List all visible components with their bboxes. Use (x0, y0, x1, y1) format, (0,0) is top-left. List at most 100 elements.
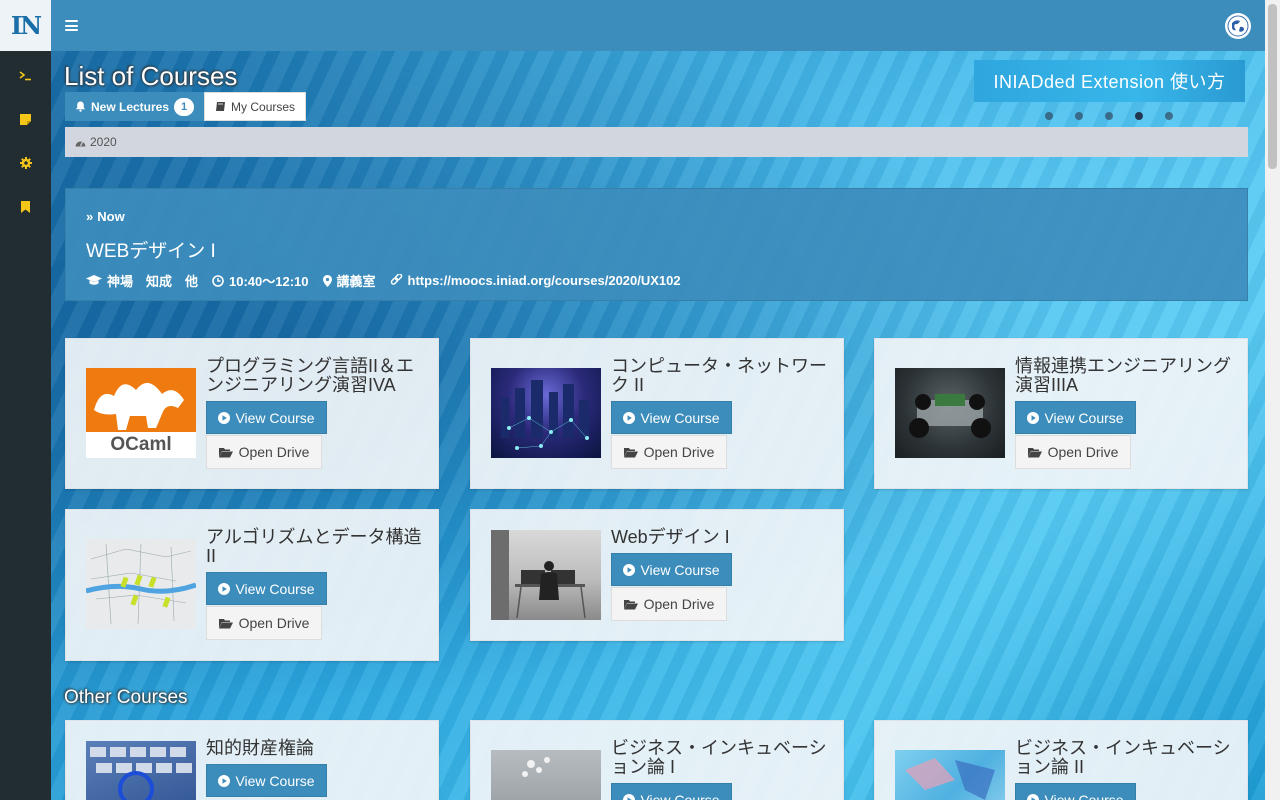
gear-icon[interactable] (0, 141, 51, 185)
abstract-image (905, 758, 995, 800)
button-label: Open Drive (643, 596, 715, 612)
now-lecture-panel: » Now WEBデザイン I 神場 知成 他 10:40〜12:10 講義室 … (65, 188, 1248, 301)
network-city-thumbnail (491, 368, 601, 458)
view-course-button[interactable]: View Course (1015, 783, 1136, 800)
button-label: View Course (1044, 791, 1124, 800)
now-lecture-meta: 神場 知成 他 10:40〜12:10 講義室 https://moocs.in… (86, 271, 1227, 290)
teacher-name: 神場 知成 他 (107, 274, 199, 289)
book-icon (216, 102, 226, 111)
button-label: View Course (1044, 409, 1124, 426)
double-chevron-right-icon: » (86, 209, 94, 224)
bookmark-icon[interactable] (0, 185, 51, 229)
carousel-dot[interactable] (1045, 112, 1053, 120)
now-label: Now (97, 209, 125, 224)
play-circle-icon (623, 793, 636, 800)
room-info: 講義室 (322, 271, 376, 290)
course-card: ビジネス・インキュベーション論 II View Course (874, 720, 1248, 800)
carousel-dot[interactable] (1105, 112, 1113, 120)
button-label: Open Drive (238, 615, 310, 631)
course-card: アルゴリズムとデータ構造 II View Course Open Drive (65, 509, 439, 661)
tab-label: New Lectures (91, 99, 170, 114)
robot-car-image (909, 394, 991, 438)
scrollbar-thumb[interactable] (1268, 4, 1277, 169)
view-course-button[interactable]: View Course (1015, 401, 1136, 434)
tab-new-lectures[interactable]: New Lectures 1 (65, 92, 205, 121)
extension-banner[interactable]: INIADded Extension 使い方 (974, 60, 1245, 102)
course-url[interactable]: https://moocs.iniad.org/courses/2020/UX1… (408, 273, 681, 288)
network-image (501, 380, 589, 450)
play-circle-icon (218, 411, 231, 424)
button-label: Open Drive (238, 444, 310, 460)
cherry-blossom-thumbnail (491, 750, 601, 800)
app-logo[interactable]: IN (0, 0, 51, 51)
play-circle-icon (623, 411, 636, 424)
room-name: 講義室 (336, 274, 376, 289)
open-drive-button[interactable]: Open Drive (611, 587, 727, 621)
course-card: コンピュータ・ネットワーク II View Course Open Drive (470, 338, 844, 489)
course-card: ビジネス・インキュベーション論 I View Course (470, 720, 844, 800)
url-info[interactable]: https://moocs.iniad.org/courses/2020/UX1… (390, 273, 681, 288)
view-course-button[interactable]: View Course (611, 553, 732, 586)
open-drive-button[interactable]: Open Drive (1015, 435, 1131, 469)
course-card: OCaml プログラミング言語II＆エンジニアリング演習IVA View Cou… (65, 338, 439, 489)
folder-open-icon (623, 447, 638, 457)
view-course-button[interactable]: View Course (611, 783, 732, 800)
terminal-icon[interactable] (0, 53, 51, 97)
sticky-note-icon[interactable] (0, 97, 51, 141)
globe-icon[interactable] (1225, 12, 1251, 39)
play-circle-icon (1027, 411, 1040, 424)
open-drive-button[interactable]: Open Drive (206, 606, 322, 640)
year-label: 2020 (90, 135, 117, 149)
button-label: View Course (640, 409, 720, 426)
keyboard-thumbnail (86, 741, 196, 800)
course-title: プログラミング言語II＆エンジニアリング演習IVA (206, 356, 415, 395)
lecture-time: 10:40〜12:10 (229, 274, 309, 289)
folder-open-icon (218, 447, 233, 457)
play-circle-icon (1027, 793, 1040, 800)
view-course-button[interactable]: View Course (206, 572, 327, 605)
map-marker-icon (322, 274, 332, 287)
course-title: ビジネス・インキュベーション論 II (1015, 738, 1231, 777)
play-circle-icon (218, 774, 231, 787)
course-card: 情報連携エンジニアリング演習IIIA View Course Open Driv… (874, 338, 1248, 489)
link-icon (390, 274, 402, 285)
abstract-thumbnail (895, 750, 1005, 800)
workspace-image (491, 530, 586, 620)
now-header: » Now (86, 209, 1227, 224)
view-course-button[interactable]: View Course (611, 401, 732, 434)
carousel-dot[interactable] (1135, 112, 1143, 120)
view-course-button[interactable]: View Course (206, 764, 327, 797)
logo-text: IN (10, 11, 42, 40)
carousel-dot[interactable] (1165, 112, 1173, 120)
now-lecture-title[interactable]: WEBデザイン I (86, 236, 1227, 263)
teacher-info: 神場 知成 他 (86, 271, 198, 290)
hamburger-icon[interactable] (65, 20, 78, 31)
clock-icon (212, 274, 224, 287)
ocaml-text: OCaml (86, 432, 196, 458)
ocaml-logo-thumbnail: OCaml (86, 368, 196, 458)
button-label: View Course (640, 791, 720, 800)
course-title: 情報連携エンジニアリング演習IIIA (1015, 356, 1231, 395)
tab-my-courses[interactable]: My Courses (204, 92, 307, 121)
time-info: 10:40〜12:10 (212, 271, 309, 290)
carousel-indicators (1045, 112, 1173, 120)
year-filter-bar[interactable]: 2020 (65, 127, 1248, 157)
folder-open-icon (218, 618, 233, 628)
carousel-dot[interactable] (1075, 112, 1083, 120)
other-courses-heading: Other Courses (64, 687, 188, 708)
keyboard-image (90, 747, 192, 800)
open-drive-button[interactable]: Open Drive (611, 435, 727, 469)
dashboard-icon (75, 141, 86, 146)
cherry-blossom-image (522, 757, 550, 777)
course-title: 知的財産権論 (206, 738, 314, 758)
sidebar: IN (0, 0, 51, 800)
count-badge: 1 (174, 97, 195, 116)
open-drive-button[interactable]: Open Drive (206, 435, 322, 469)
button-label: Open Drive (643, 444, 715, 460)
workspace-photo-thumbnail (491, 530, 601, 620)
page-scrollbar[interactable] (1265, 0, 1280, 800)
button-label: View Course (235, 409, 315, 426)
view-course-button[interactable]: View Course (206, 401, 327, 434)
button-label: View Course (640, 561, 720, 578)
button-label: View Course (235, 580, 315, 597)
